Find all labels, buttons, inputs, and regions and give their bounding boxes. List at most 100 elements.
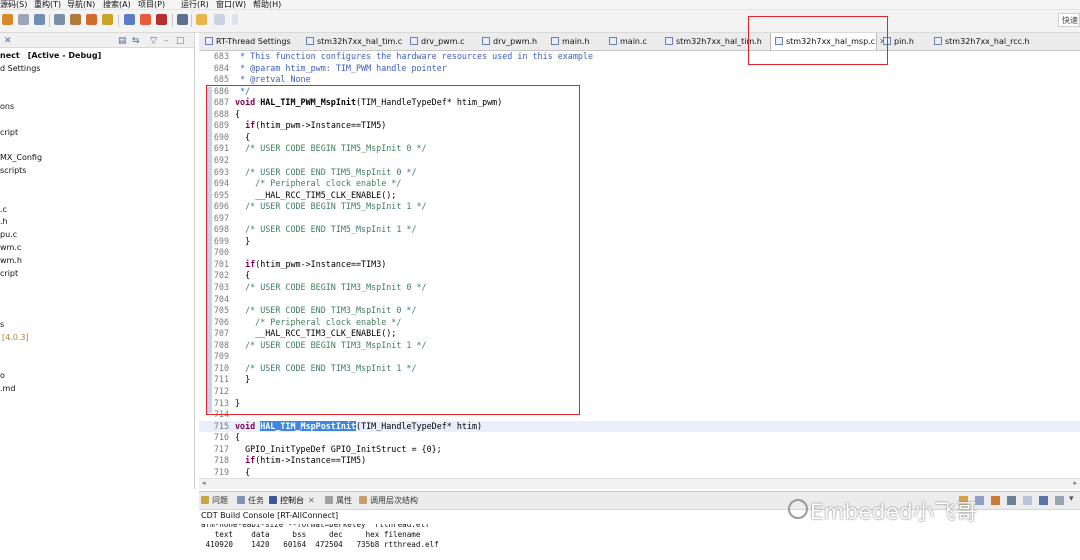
tab-label: 控制台: [280, 496, 304, 505]
tab-call-hierarchy[interactable]: 调用层次结构: [359, 492, 418, 509]
tree-item[interactable]: o: [0, 371, 5, 380]
code-line[interactable]: 716 {: [199, 432, 1080, 444]
editor-tab[interactable]: drv_pwm.h: [478, 33, 545, 50]
menu-source[interactable]: 源码(S): [0, 0, 27, 10]
scroll-left-icon[interactable]: ◂: [202, 479, 206, 487]
code-line[interactable]: 715 void HAL_TIM_MspPostInit(TIM_HandleTy…: [199, 420, 1080, 433]
code-line[interactable]: 718 if(htim->Instance==TIM5): [199, 455, 1080, 467]
active-tab-highlight-box: [748, 16, 888, 65]
editor-tab-label: main.c: [620, 37, 647, 46]
tree-item-label: MX_Config: [0, 153, 43, 163]
code-line[interactable]: 684 * @param htim_pwm: TIM_PWM handle po…: [199, 63, 1080, 75]
back-arrow-icon[interactable]: [196, 14, 207, 25]
gear-icon[interactable]: [70, 14, 81, 25]
build-icon[interactable]: [2, 14, 13, 25]
tab-label: 任务: [248, 496, 264, 505]
monitor-icon[interactable]: [54, 14, 65, 25]
tab-console[interactable]: 控制台 ✕: [269, 492, 315, 509]
forward-arrow-icon[interactable]: [214, 14, 225, 25]
tree-item-label: scripts: [0, 166, 27, 176]
terminal-icon[interactable]: [140, 14, 151, 25]
tree-item[interactable]: [4.0.3]: [2, 333, 29, 342]
editor-tab[interactable]: RT-Thread Settings: [201, 33, 300, 50]
rocket-icon[interactable]: [102, 14, 113, 25]
toolbar: 快速: [0, 10, 1080, 33]
tree-item[interactable]: scripts: [0, 166, 26, 175]
console-toolbar-icon[interactable]: [1007, 496, 1016, 505]
tree-item[interactable]: wm.h: [0, 256, 22, 265]
editor-horizontal-scrollbar[interactable]: ◂ ▸: [199, 478, 1080, 489]
debug-config-icon[interactable]: [124, 14, 135, 25]
console-toolbar-icon[interactable]: [1055, 496, 1064, 505]
tree-item-label: .h: [0, 217, 8, 227]
editor-tab[interactable]: stm32h7xx_hal_tim.c: [302, 33, 404, 50]
quick-access-field[interactable]: 快速: [1058, 13, 1080, 27]
editor-tab[interactable]: main.c: [605, 33, 659, 50]
menu-help[interactable]: 帮助(H): [253, 0, 281, 10]
wechat-logo-icon: [788, 499, 808, 519]
code-line[interactable]: 685 * @retval None: [199, 74, 1080, 86]
scroll-right-icon[interactable]: ▸: [1073, 479, 1077, 487]
code-line[interactable]: 719 {: [199, 467, 1080, 479]
console-toolbar-icon[interactable]: [1023, 496, 1032, 505]
tasks-icon: [237, 496, 245, 504]
editor-tab-label: main.h: [562, 37, 590, 46]
close-icon[interactable]: ✕: [308, 496, 315, 505]
code-line[interactable]: 717 GPIO_InitTypeDef GPIO_InitStruct = {…: [199, 444, 1080, 456]
tree-item[interactable]: MX_Config: [0, 153, 42, 162]
console-toolbar-icon[interactable]: [991, 496, 1000, 505]
tree-item-label: [4.0.3]: [2, 332, 29, 342]
code-text: if(htim->Instance==TIM5): [245, 455, 367, 466]
tree-item[interactable]: s: [0, 320, 4, 329]
console-icon: [269, 496, 277, 504]
line-number: 683: [213, 51, 229, 61]
tab-tasks[interactable]: 任务: [237, 492, 264, 509]
code-text: {: [235, 432, 241, 443]
editor-tab[interactable]: main.h: [547, 33, 603, 50]
tab-label: 调用层次结构: [370, 496, 418, 505]
tab-problems[interactable]: 问题: [201, 492, 228, 509]
tree-item[interactable]: wm.c: [0, 243, 21, 252]
tree-item[interactable]: .h: [0, 217, 8, 226]
editor-tab[interactable]: drv_pwm.c: [406, 33, 476, 50]
wrench-icon[interactable]: [18, 14, 29, 25]
collapse-all-icon[interactable]: ▤: [118, 36, 127, 46]
stop-icon[interactable]: [156, 14, 167, 25]
menu-project[interactable]: 项目(P): [138, 0, 165, 10]
menu-search[interactable]: 搜索(A): [103, 0, 131, 10]
code-line[interactable]: 683 * This function configures the hardw…: [199, 51, 1080, 63]
tab-label: 问题: [212, 496, 228, 505]
link-editor-icon[interactable]: ⇆: [132, 36, 140, 46]
package-icon[interactable]: [86, 14, 97, 25]
line-number: 717: [213, 443, 229, 454]
chevron-down-icon[interactable]: ▾: [1069, 494, 1074, 504]
chevron-down-icon[interactable]: [232, 14, 238, 25]
tree-item[interactable]: cript: [0, 128, 18, 137]
tree-item[interactable]: ons: [0, 102, 14, 111]
close-icon[interactable]: ✕: [4, 36, 12, 46]
console-line: 410920 1420 60164 472504 735b8 rtthread.…: [201, 540, 439, 549]
tree-item[interactable]: nect [Active - Debug]: [0, 51, 101, 60]
c-file-icon: [551, 37, 559, 45]
tree-item-label: wm.h: [0, 255, 22, 265]
menu-navigate[interactable]: 导航(N): [67, 0, 95, 10]
tree-item[interactable]: pu.c: [0, 230, 17, 239]
debug-icon[interactable]: [34, 14, 45, 25]
menu-run[interactable]: 运行(R): [181, 0, 209, 10]
tree-item-label: .c: [0, 204, 7, 214]
tree-item[interactable]: cript: [0, 269, 18, 278]
tree-item[interactable]: .c: [0, 205, 7, 214]
view-menu-icon[interactable]: ▽: [150, 36, 157, 46]
console-toolbar-icon[interactable]: [1039, 496, 1048, 505]
list-icon[interactable]: [177, 14, 188, 25]
menu-window[interactable]: 窗口(W): [216, 0, 246, 10]
editor-tab[interactable]: stm32h7xx_hal_rcc.h: [930, 33, 1054, 50]
tab-properties[interactable]: 属性: [325, 492, 352, 509]
tree-item[interactable]: .md: [0, 384, 15, 393]
project-explorer-header: ✕ ▤ ⇆ ▽ – □: [0, 33, 194, 48]
minimize-icon[interactable]: –: [164, 36, 169, 46]
tree-item[interactable]: d Settings: [0, 64, 40, 73]
tree-item-label: pu.c: [0, 230, 18, 240]
maximize-icon[interactable]: □: [176, 36, 185, 46]
menu-refactor[interactable]: 重构(T): [34, 0, 61, 10]
